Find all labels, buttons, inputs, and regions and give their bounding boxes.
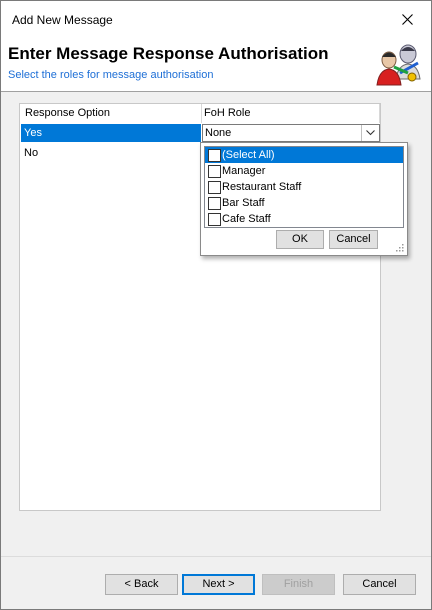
list-item-select-all[interactable]: (Select All) — [205, 147, 403, 163]
list-item-label: Bar Staff — [222, 197, 265, 209]
grid-header: Response Option FoH Role — [20, 104, 380, 123]
column-divider — [379, 104, 380, 123]
list-item-label: Cafe Staff — [222, 213, 271, 225]
selected-cell[interactable] — [21, 124, 201, 142]
list-item-restaurant-staff[interactable]: Restaurant Staff — [205, 179, 403, 195]
response-option-cell: No — [24, 147, 39, 159]
close-icon — [402, 14, 413, 25]
list-item-label: (Select All) — [222, 149, 275, 161]
close-button[interactable] — [385, 1, 431, 39]
list-item-bar-staff[interactable]: Bar Staff — [205, 195, 403, 211]
title-bar: Add New Message — [1, 1, 431, 39]
users-roles-icon — [376, 44, 421, 86]
checkbox[interactable] — [208, 213, 221, 226]
checkbox[interactable] — [208, 181, 221, 194]
table-row-yes[interactable]: Yes None — [20, 124, 380, 142]
list-item-label: Restaurant Staff — [222, 181, 302, 193]
column-header-response-option[interactable]: Response Option — [25, 107, 110, 119]
column-divider — [201, 104, 202, 123]
checkbox[interactable] — [208, 197, 221, 210]
resize-grip-icon[interactable] — [396, 244, 404, 252]
page-title: Enter Message Response Authorisation — [8, 44, 329, 63]
wizard-header: Enter Message Response Authorisation Sel… — [1, 39, 431, 91]
footer-divider — [1, 556, 431, 557]
window-title: Add New Message — [12, 13, 113, 27]
next-button[interactable]: Next > — [182, 574, 255, 595]
finish-button: Finish — [262, 574, 335, 595]
column-header-foh-role[interactable]: FoH Role — [204, 107, 250, 119]
role-checklist: (Select All) Manager Restaurant Staff Ba… — [204, 146, 404, 228]
list-item-label: Manager — [222, 165, 266, 177]
response-option-cell: Yes — [24, 127, 42, 139]
list-item-manager[interactable]: Manager — [205, 163, 403, 179]
dialog-window: Add New Message Enter Message Response A… — [0, 0, 432, 610]
chevron-down-icon — [366, 130, 375, 136]
foh-role-value: None — [205, 127, 232, 139]
header-divider — [1, 91, 431, 92]
checkbox[interactable] — [208, 149, 221, 162]
foh-role-combobox[interactable]: None — [202, 124, 380, 142]
cancel-button[interactable]: Cancel — [343, 574, 416, 595]
list-item-cafe-staff[interactable]: Cafe Staff — [205, 211, 403, 227]
dropdown-ok-button[interactable]: OK — [276, 230, 324, 249]
checkbox[interactable] — [208, 165, 221, 178]
page-subtitle: Select the roles for message authorisati… — [8, 69, 214, 81]
dropdown-cancel-button[interactable]: Cancel — [329, 230, 378, 249]
dropdown-toggle[interactable] — [361, 125, 379, 141]
back-button[interactable]: < Back — [105, 574, 178, 595]
role-checklist-dropdown: (Select All) Manager Restaurant Staff Ba… — [200, 142, 408, 256]
